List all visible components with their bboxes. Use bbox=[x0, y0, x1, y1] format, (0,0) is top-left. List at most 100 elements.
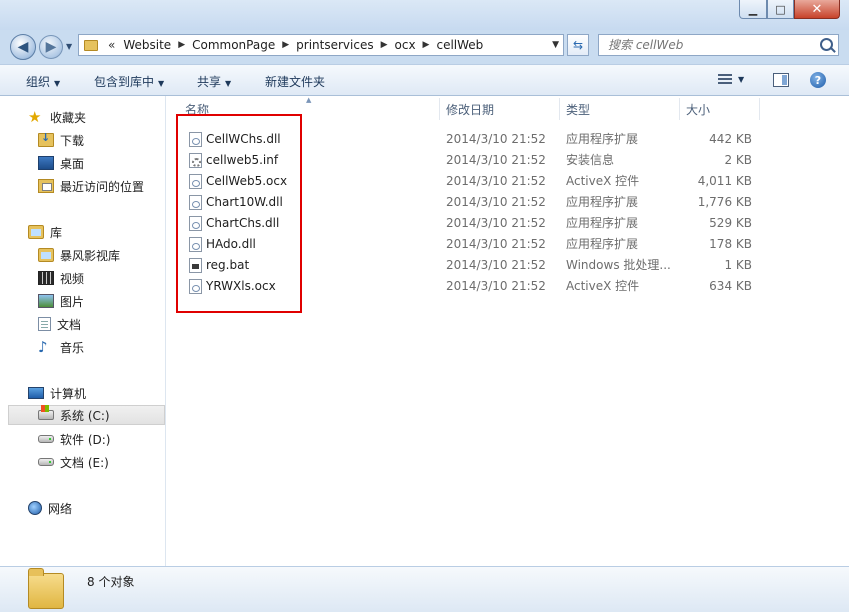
nav-drive-d-label: 软件 (D:) bbox=[60, 432, 111, 447]
desktop-icon bbox=[38, 156, 54, 170]
nav-computer[interactable]: 计算机 bbox=[28, 383, 86, 403]
picture-icon bbox=[38, 294, 54, 308]
search-box[interactable] bbox=[598, 34, 839, 56]
view-dropdown-icon[interactable]: ▼ bbox=[738, 75, 744, 84]
share-menu[interactable]: 共享 ▼ bbox=[197, 73, 231, 90]
folder-icon bbox=[84, 39, 98, 51]
recent-places-icon bbox=[38, 179, 54, 193]
navigation-pane[interactable]: 收藏夹 下载 桌面 最近访问的位置 库 暴风影视库 视频 图片 文档 音乐 计算… bbox=[0, 96, 166, 566]
maximize-button[interactable]: □ bbox=[767, 0, 794, 19]
column-header-type[interactable]: 类型 bbox=[566, 96, 680, 122]
nav-recent-places[interactable]: 最近访问的位置 bbox=[38, 176, 144, 196]
recent-pages-dropdown[interactable]: ▼ bbox=[66, 42, 72, 51]
ocx-icon bbox=[189, 174, 202, 189]
column-header-date[interactable]: 修改日期 bbox=[446, 96, 560, 122]
file-name: YRWXls.ocx bbox=[206, 279, 276, 293]
column-divider[interactable] bbox=[559, 98, 560, 120]
back-button[interactable]: ◀ bbox=[10, 34, 36, 60]
nav-documents[interactable]: 文档 bbox=[38, 314, 81, 334]
nav-music[interactable]: 音乐 bbox=[38, 337, 84, 357]
nav-videos-label: 视频 bbox=[60, 271, 85, 286]
star-icon bbox=[28, 110, 44, 124]
dropdown-arrow-icon: ▼ bbox=[225, 79, 232, 88]
file-name: CellWeb5.ocx bbox=[206, 174, 288, 188]
column-header-name[interactable]: 名称 bbox=[185, 96, 440, 122]
new-folder-button[interactable]: 新建文件夹 bbox=[265, 73, 325, 90]
chevron-right-icon[interactable]: ▶ bbox=[178, 40, 185, 50]
search-input[interactable] bbox=[608, 36, 818, 54]
nav-drive-e[interactable]: 文档 (E:) bbox=[38, 452, 109, 472]
refresh-button[interactable]: ⇆ bbox=[567, 34, 589, 56]
nav-favorites[interactable]: 收藏夹 bbox=[28, 107, 86, 127]
file-row[interactable]: CellWChs.dll 2014/3/10 21:52 应用程序扩展 442 KB bbox=[166, 129, 849, 150]
nav-videos[interactable]: 视频 bbox=[38, 268, 84, 288]
address-dropdown-icon[interactable]: ▼ bbox=[552, 40, 559, 50]
minimize-button[interactable]: ▁ bbox=[739, 0, 767, 19]
title-bar: ▁ □ ✕ bbox=[0, 0, 849, 30]
file-name: cellweb5.inf bbox=[206, 153, 279, 167]
nav-storm-video-library[interactable]: 暴风影视库 bbox=[38, 245, 120, 265]
nav-drive-c[interactable]: 系统 (C:) bbox=[8, 405, 165, 425]
nav-downloads[interactable]: 下载 bbox=[38, 130, 84, 150]
forward-button[interactable]: ▶ bbox=[39, 35, 63, 59]
breadcrumb-printservices[interactable]: printservices bbox=[296, 38, 373, 52]
file-row[interactable]: ChartChs.dll 2014/3/10 21:52 应用程序扩展 529 KB bbox=[166, 213, 849, 234]
file-type: 应用程序扩展 bbox=[566, 132, 639, 146]
nav-libraries-label: 库 bbox=[50, 225, 63, 240]
file-type: 安装信息 bbox=[566, 153, 615, 167]
address-bar[interactable]: « Website ▶ CommonPage ▶ printservices ▶… bbox=[78, 34, 564, 56]
organize-menu[interactable]: 组织 ▼ bbox=[26, 73, 60, 90]
chevron-right-icon[interactable]: ▶ bbox=[423, 40, 430, 50]
nav-network[interactable]: 网络 bbox=[28, 498, 72, 518]
file-size: 4,011 KB bbox=[697, 174, 752, 188]
file-modified-date: 2014/3/10 21:52 bbox=[446, 258, 546, 272]
preview-pane-icon[interactable] bbox=[773, 73, 789, 87]
view-options-icon[interactable] bbox=[718, 74, 732, 86]
nav-pictures[interactable]: 图片 bbox=[38, 291, 84, 311]
file-name: CellWChs.dll bbox=[206, 132, 281, 146]
column-header-size[interactable]: 大小 bbox=[686, 96, 760, 122]
back-arrow-icon: ◀ bbox=[17, 39, 29, 55]
column-divider[interactable] bbox=[679, 98, 680, 120]
column-divider[interactable] bbox=[759, 98, 760, 120]
close-button[interactable]: ✕ bbox=[794, 0, 840, 19]
breadcrumb-overflow[interactable]: « bbox=[108, 38, 115, 52]
file-type: ActiveX 控件 bbox=[566, 174, 640, 188]
file-size: 2 KB bbox=[724, 153, 752, 167]
chevron-right-icon[interactable]: ▶ bbox=[282, 40, 289, 50]
nav-libraries[interactable]: 库 bbox=[28, 222, 62, 242]
file-row[interactable]: CellWeb5.ocx 2014/3/10 21:52 ActiveX 控件 4,0… bbox=[166, 171, 849, 192]
file-row[interactable]: cellweb5.inf 2014/3/10 21:52 安装信息 2 KB bbox=[166, 150, 849, 171]
file-modified-date: 2014/3/10 21:52 bbox=[446, 237, 546, 251]
breadcrumb-cellweb[interactable]: cellWeb bbox=[436, 38, 483, 52]
forward-arrow-icon: ▶ bbox=[45, 39, 57, 55]
file-list[interactable]: ▲ 名称 修改日期 类型 大小 CellWChs.dll 2014/3/10 21… bbox=[166, 96, 849, 566]
video-library-icon bbox=[38, 248, 54, 262]
help-icon[interactable]: ? bbox=[810, 72, 826, 88]
file-row[interactable]: HAdo.dll 2014/3/10 21:52 应用程序扩展 178 KB bbox=[166, 234, 849, 255]
chevron-right-icon[interactable]: ▶ bbox=[381, 40, 388, 50]
nav-desktop[interactable]: 桌面 bbox=[38, 153, 84, 173]
file-size: 442 KB bbox=[709, 132, 752, 146]
file-name: reg.bat bbox=[206, 258, 250, 272]
file-row[interactable]: YRWXls.ocx 2014/3/10 21:52 ActiveX 控件 634 K… bbox=[166, 276, 849, 297]
nav-drive-e-label: 文档 (E:) bbox=[60, 455, 109, 470]
column-divider[interactable] bbox=[439, 98, 440, 120]
breadcrumb-website[interactable]: Website bbox=[123, 38, 171, 52]
nav-desktop-label: 桌面 bbox=[60, 156, 85, 171]
include-in-library-menu[interactable]: 包含到库中 ▼ bbox=[94, 73, 164, 90]
breadcrumb-commonpage[interactable]: CommonPage bbox=[192, 38, 275, 52]
search-icon[interactable] bbox=[820, 38, 833, 51]
file-type: 应用程序扩展 bbox=[566, 216, 639, 230]
nav-drive-d[interactable]: 软件 (D:) bbox=[38, 429, 110, 449]
inf-icon bbox=[189, 153, 202, 168]
file-row[interactable]: Chart10W.dll 2014/3/10 21:52 应用程序扩展 1,776 K… bbox=[166, 192, 849, 213]
file-type: Windows 批处理... bbox=[566, 258, 671, 272]
nav-drive-c-label: 系统 (C:) bbox=[60, 408, 110, 423]
file-row[interactable]: reg.bat 2014/3/10 21:52 Windows 批处理... 1 KB bbox=[166, 255, 849, 276]
dropdown-arrow-icon: ▼ bbox=[158, 79, 165, 88]
include-in-library-label: 包含到库中 bbox=[94, 75, 155, 89]
breadcrumb-ocx[interactable]: ocx bbox=[395, 38, 416, 52]
computer-icon bbox=[28, 387, 44, 399]
item-count: 8 个对象 bbox=[87, 575, 135, 589]
